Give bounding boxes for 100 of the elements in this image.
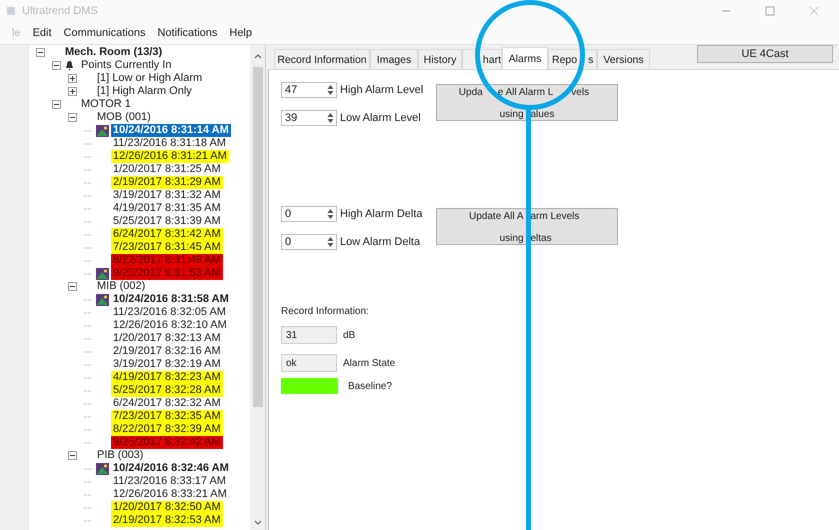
number-spinner[interactable]: 0 (281, 206, 337, 222)
tree-item[interactable]: 3/19/2017 8:31:32 AM (111, 189, 223, 202)
tree-item[interactable]: 1/20/2017 8:32:13 AM (111, 332, 223, 345)
tree-item[interactable]: MOTOR 1 (79, 98, 133, 111)
tree-item[interactable]: 7/23/2017 8:32:35 AM (111, 410, 223, 423)
tree-item[interactable]: 12/26/2016 8:33:21 AM (111, 488, 229, 501)
expand-icon[interactable] (68, 74, 76, 83)
tree-item[interactable]: 2/19/2017 8:31:29 AM (111, 176, 223, 189)
number-spinner[interactable]: 47 (281, 82, 337, 98)
menu-item[interactable]: Help (229, 27, 252, 39)
tree-item[interactable]: MOB (001) (95, 111, 153, 124)
scrollbar-thumb[interactable] (252, 67, 262, 407)
tree-connector (84, 390, 92, 392)
tree-item[interactable]: 12/26/2016 8:31:21 AM (111, 150, 229, 163)
tree-connector (84, 468, 92, 470)
tree-item[interactable]: 5/25/2017 8:31:39 AM (111, 215, 223, 228)
collapse-icon[interactable] (68, 113, 76, 122)
expand-icon[interactable] (68, 87, 76, 96)
menu-item[interactable]: Edit (32, 27, 52, 39)
forecast-button[interactable]: UE 4Cast (697, 45, 833, 63)
thumbnail-icon (96, 124, 109, 136)
field-label: High Alarm Level (340, 84, 424, 96)
tree-connector (84, 208, 92, 210)
tree-item[interactable]: 6/24/2017 8:32:32 AM (111, 397, 223, 410)
tree-connector (84, 428, 92, 430)
tab[interactable]: Versions (597, 49, 650, 69)
section-heading: Record Information: (281, 306, 370, 317)
tree-connector (84, 130, 92, 132)
tree-item[interactable]: 1/20/2017 8:32:50 AM (111, 501, 223, 514)
tree-connector (84, 194, 92, 196)
tab[interactable]: Images (370, 49, 418, 69)
number-spinner[interactable]: 39 (281, 110, 337, 126)
tree-connector (84, 402, 92, 404)
tab[interactable]: Record Information (274, 49, 370, 69)
tree-item[interactable]: 3/19/2017 8:32:19 AM (111, 358, 223, 371)
tree-connector (84, 260, 92, 262)
tree-item[interactable]: 2/19/2017 8:32:16 AM (111, 345, 223, 358)
tree-connector (84, 506, 92, 508)
collapse-icon[interactable] (52, 100, 60, 109)
tree-connector (84, 182, 92, 184)
tree-connector (84, 168, 92, 170)
tree-connector (84, 338, 92, 340)
number-spinner[interactable]: 0 (281, 234, 337, 250)
tree-item[interactable]: [1] High Alarm Only (95, 85, 194, 98)
update-levels-button[interactable]: Upda e All Alarm L vels using alues (436, 84, 618, 121)
field-label: High Alarm Delta (340, 208, 423, 220)
tree-connector (84, 272, 92, 274)
tree-item[interactable]: 12/26/2016 8:32:10 AM (111, 319, 229, 332)
tree-item[interactable]: 11/23/2016 8:32:05 AM (111, 306, 228, 319)
tree-item[interactable]: 5/25/2017 8:32:28 AM (111, 384, 223, 397)
tree-connector (84, 220, 92, 222)
collapse-icon[interactable] (52, 61, 60, 70)
tab[interactable]: Alarms (502, 47, 548, 70)
menu-item[interactable]: Communications (64, 27, 146, 39)
collapse-icon[interactable] (36, 48, 44, 57)
tree-item[interactable]: 4/19/2017 8:31:35 AM (111, 202, 223, 215)
field-label: Low Alarm Level (340, 112, 421, 124)
collapse-icon[interactable] (68, 282, 76, 291)
tree-item[interactable]: Mech. Room (13/3) (63, 46, 164, 59)
tree-connector (84, 142, 92, 144)
app-icon (6, 6, 16, 16)
tree-connector (84, 442, 92, 444)
tree-item[interactable]: 10/24/2016 8:31:14 AM (111, 124, 231, 137)
collapse-icon[interactable] (68, 451, 76, 460)
tree-connector (84, 156, 92, 158)
tree-item[interactable]: 8/22/2017 8:32:39 AM (111, 423, 223, 436)
tree-connector (84, 364, 92, 366)
tree-item[interactable]: MIB (002) (95, 280, 148, 293)
tree-item[interactable]: 10/24/2016 8:31:58 AM (111, 293, 231, 306)
tree-item[interactable]: 1/20/2017 8:31:25 AM (111, 163, 223, 176)
readonly-field: ok (281, 354, 337, 372)
tree-item[interactable]: 4/19/2017 8:32:23 AM (111, 371, 223, 384)
tree-connector (84, 416, 92, 418)
tree-connector (84, 494, 92, 496)
tree-item[interactable]: 11/23/2016 8:33:17 AM (111, 475, 228, 488)
scroll-up-icon[interactable] (254, 53, 262, 59)
field-label: Low Alarm Delta (340, 236, 420, 248)
tree-item[interactable]: Points Currently In (79, 59, 174, 72)
menu-item[interactable]: Notifications (157, 27, 218, 39)
tree-item[interactable]: PIB (003) (95, 449, 146, 462)
tree-connector (84, 298, 92, 300)
readonly-field: 31 (281, 326, 337, 344)
tab[interactable]: History (418, 49, 462, 69)
field-label: Alarm State (343, 358, 396, 368)
thumbnail-icon (96, 462, 109, 474)
tree-item[interactable]: 7/23/2017 8:31:45 AM (111, 241, 223, 254)
update-deltas-button[interactable]: Update All A arm Levels using eltas (436, 208, 618, 245)
thumbnail-icon (96, 294, 109, 306)
scroll-down-icon[interactable] (254, 520, 262, 526)
tree-item[interactable]: 11/23/2016 8:31:18 AM (111, 137, 228, 150)
tree-connector (84, 312, 92, 314)
field-label: Baseline? (348, 380, 392, 392)
tab[interactable]: Repo s (548, 49, 597, 69)
thumbnail-icon (96, 268, 109, 280)
tree-item[interactable]: 10/24/2016 8:32:46 AM (111, 462, 231, 475)
tree-item[interactable]: 2/19/2017 8:32:53 AM (111, 514, 223, 527)
tree-connector (84, 480, 92, 482)
tree-item[interactable]: 6/24/2017 8:31:42 AM (111, 228, 223, 241)
tree-item[interactable]: [1] Low or High Alarm (95, 72, 204, 85)
bell-icon (64, 60, 75, 71)
